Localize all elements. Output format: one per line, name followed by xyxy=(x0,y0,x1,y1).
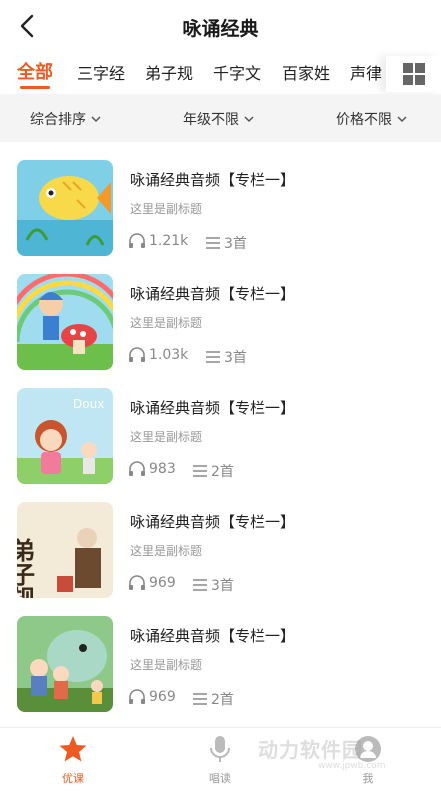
tab-all[interactable]: 全部 xyxy=(17,58,53,84)
list-item[interactable]: 咏诵经典音频【专栏一】 这里是副标题 969 2首 xyxy=(0,598,441,712)
track-count: 2首 xyxy=(192,461,234,481)
headphones-icon xyxy=(129,575,145,590)
watermark-text: 动力软件园 xyxy=(258,738,363,762)
price-filter-label: 价格不限 xyxy=(336,112,392,128)
grid-view-button[interactable] xyxy=(386,56,441,92)
chevron-down-icon xyxy=(397,116,407,123)
track-count: 3首 xyxy=(205,233,247,253)
price-filter[interactable]: 价格不限 xyxy=(336,109,407,129)
track-count: 3首 xyxy=(205,347,247,367)
grade-filter-label: 年级不限 xyxy=(183,112,239,128)
album-title: 咏诵经典音频【专栏一】 xyxy=(130,285,296,303)
headphones-icon xyxy=(129,461,145,476)
album-subtitle: 这里是副标题 xyxy=(130,658,203,672)
sort-filter[interactable]: 综合排序 xyxy=(30,109,101,129)
list-item[interactable]: 咏诵经典音频【专栏一】 这里是副标题 1.03k 3首 xyxy=(0,256,441,370)
nav-youke[interactable]: 优课 xyxy=(33,734,113,786)
grid-icon xyxy=(402,63,425,85)
track-count-value: 3首 xyxy=(224,350,247,366)
play-count: 1.21k xyxy=(128,233,188,249)
album-cover xyxy=(17,274,113,370)
list-item[interactable]: 咏诵经典音频【专栏一】 这里是副标题 1.21k 3首 xyxy=(0,142,441,256)
tab-shenglv[interactable]: 声律 xyxy=(350,60,382,84)
watermark: 动力软件园 www.jpwb.com xyxy=(258,734,438,784)
nav-youke-label: 优课 xyxy=(62,772,84,785)
cover-text: Doux xyxy=(73,397,104,411)
headphones-icon xyxy=(129,347,145,362)
album-title: 咏诵经典音频【专栏一】 xyxy=(130,171,296,189)
play-count: 969 xyxy=(128,575,176,591)
chevron-down-icon xyxy=(91,116,101,123)
play-count: 983 xyxy=(128,461,176,477)
play-count-value: 969 xyxy=(149,575,176,591)
page-title: 咏诵经典 xyxy=(182,18,259,40)
watermark-sub: www.jpwb.com xyxy=(318,761,386,771)
album-cover: Doux xyxy=(17,388,113,484)
album-list[interactable]: 咏诵经典音频【专栏一】 这里是副标题 1.21k 3首 咏诵经典音频【专栏一】 … xyxy=(0,142,441,727)
album-subtitle: 这里是副标题 xyxy=(130,544,203,558)
chevron-down-icon xyxy=(244,116,254,123)
list-icon xyxy=(193,465,207,477)
cover-text: 弟子规 xyxy=(17,537,36,598)
grade-filter[interactable]: 年级不限 xyxy=(183,109,254,129)
list-icon xyxy=(206,237,220,249)
list-icon xyxy=(193,693,207,705)
tab-scroll[interactable]: 全部 三字经 弟子规 千字文 百家姓 声律 xyxy=(0,52,385,94)
track-count-value: 2首 xyxy=(211,692,234,708)
play-count-value: 1.03k xyxy=(149,347,189,363)
tab-dizigui[interactable]: 弟子规 xyxy=(145,60,193,84)
album-subtitle: 这里是副标题 xyxy=(130,202,203,216)
tab-sanzijing[interactable]: 三字经 xyxy=(77,60,125,84)
play-count-value: 1.21k xyxy=(149,233,189,249)
list-icon xyxy=(206,351,220,363)
sort-filter-label: 综合排序 xyxy=(30,112,86,128)
play-count-value: 983 xyxy=(149,461,176,477)
headphones-icon xyxy=(129,689,145,704)
track-count: 3首 xyxy=(192,575,234,595)
album-title: 咏诵经典音频【专栏一】 xyxy=(130,399,296,417)
list-item[interactable]: Doux 咏诵经典音频【专栏一】 这里是副标题 983 2首 xyxy=(0,370,441,484)
tab-qianziwen[interactable]: 千字文 xyxy=(213,60,261,84)
list-icon xyxy=(193,579,207,591)
track-count-value: 3首 xyxy=(224,236,247,252)
header: 咏诵经典 xyxy=(0,0,441,52)
track-count-value: 3首 xyxy=(211,578,234,594)
play-count-value: 969 xyxy=(149,689,176,705)
track-count: 2首 xyxy=(192,689,234,709)
headphones-icon xyxy=(129,233,145,248)
track-count-value: 2首 xyxy=(211,464,234,480)
star-icon xyxy=(59,736,87,762)
tab-baijiaxing[interactable]: 百家姓 xyxy=(282,60,330,84)
nav-changdu-label: 唱读 xyxy=(209,772,231,785)
category-tabs: 全部 三字经 弟子规 千字文 百家姓 声律 xyxy=(0,52,441,94)
list-item[interactable]: 弟子规 咏诵经典音频【专栏一】 这里是副标题 969 3首 xyxy=(0,484,441,598)
album-cover: 弟子规 xyxy=(17,502,113,598)
play-count: 1.03k xyxy=(128,347,188,363)
active-tab-indicator xyxy=(20,86,50,89)
album-subtitle: 这里是副标题 xyxy=(130,430,203,444)
album-cover xyxy=(17,616,113,712)
microphone-icon xyxy=(210,736,230,762)
play-count: 969 xyxy=(128,689,176,705)
nav-changdu[interactable]: 唱读 xyxy=(180,734,260,786)
album-cover xyxy=(17,160,113,256)
album-subtitle: 这里是副标题 xyxy=(130,316,203,330)
filter-bar: 综合排序 年级不限 价格不限 xyxy=(0,94,441,142)
album-title: 咏诵经典音频【专栏一】 xyxy=(130,627,296,645)
album-title: 咏诵经典音频【专栏一】 xyxy=(130,513,296,531)
